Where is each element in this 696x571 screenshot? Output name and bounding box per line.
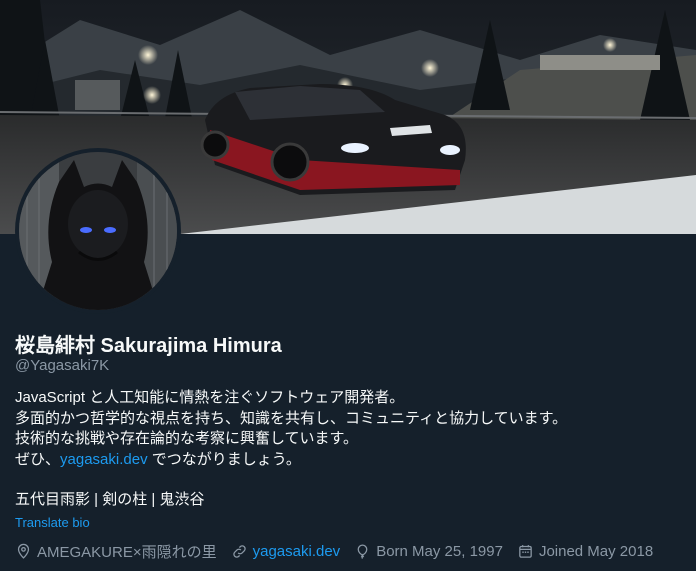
- profile-meta: AMEGAKURE×雨隠れの里 yagasaki.dev Born May 25…: [15, 541, 653, 562]
- link-icon: [232, 545, 246, 558]
- profile-handle: @Yagasaki7K: [15, 357, 110, 374]
- meta-website: yagasaki.dev: [231, 543, 341, 560]
- translate-bio-button[interactable]: Translate bio: [15, 515, 90, 530]
- joined-text: Joined May 2018: [538, 543, 654, 560]
- avatar-image: [19, 152, 177, 310]
- bio-website-link[interactable]: yagasaki.dev: [60, 451, 148, 468]
- location-text: AMEGAKURE×雨隠れの里: [37, 544, 217, 561]
- calendar-icon: [519, 545, 532, 558]
- bio-spacer: [15, 470, 675, 490]
- birthday-text: Born May 25, 1997: [376, 543, 503, 560]
- bio-line: ぜひ、yagasaki.dev でつながりましょう。: [15, 450, 675, 471]
- bio-line-prefix: ぜひ、: [15, 450, 61, 468]
- meta-joined: Joined May 2018: [517, 543, 653, 560]
- bio-line: 五代目雨影 | 剣の柱 | 鬼渋谷: [15, 491, 205, 508]
- profile-display-name: 桜島緋村 Sakurajima Himura: [15, 335, 282, 357]
- bio-line: 技術的な挑戦や存在論的な考察に興奮しています。: [15, 430, 359, 447]
- profile-avatar[interactable]: [15, 148, 181, 314]
- bio-line: 多面的かつ哲学的な視点を持ち、知識を共有し、コミュニティと協力しています。: [15, 409, 568, 427]
- meta-location: AMEGAKURE×雨隠れの里: [15, 541, 217, 562]
- location-pin-icon: [17, 543, 30, 559]
- bio-line: JavaScript と人工知能に情熱を注ぐソフトウェア開発者。: [15, 389, 405, 406]
- profile-bio: JavaScript と人工知能に情熱を注ぐソフトウェア開発者。 多面的かつ哲学…: [15, 388, 675, 511]
- bio-line-suffix: でつながりましょう。: [147, 450, 301, 468]
- website-link[interactable]: yagasaki.dev: [253, 543, 341, 560]
- meta-birthday: Born May 25, 1997: [354, 543, 503, 560]
- balloon-icon: [357, 544, 368, 560]
